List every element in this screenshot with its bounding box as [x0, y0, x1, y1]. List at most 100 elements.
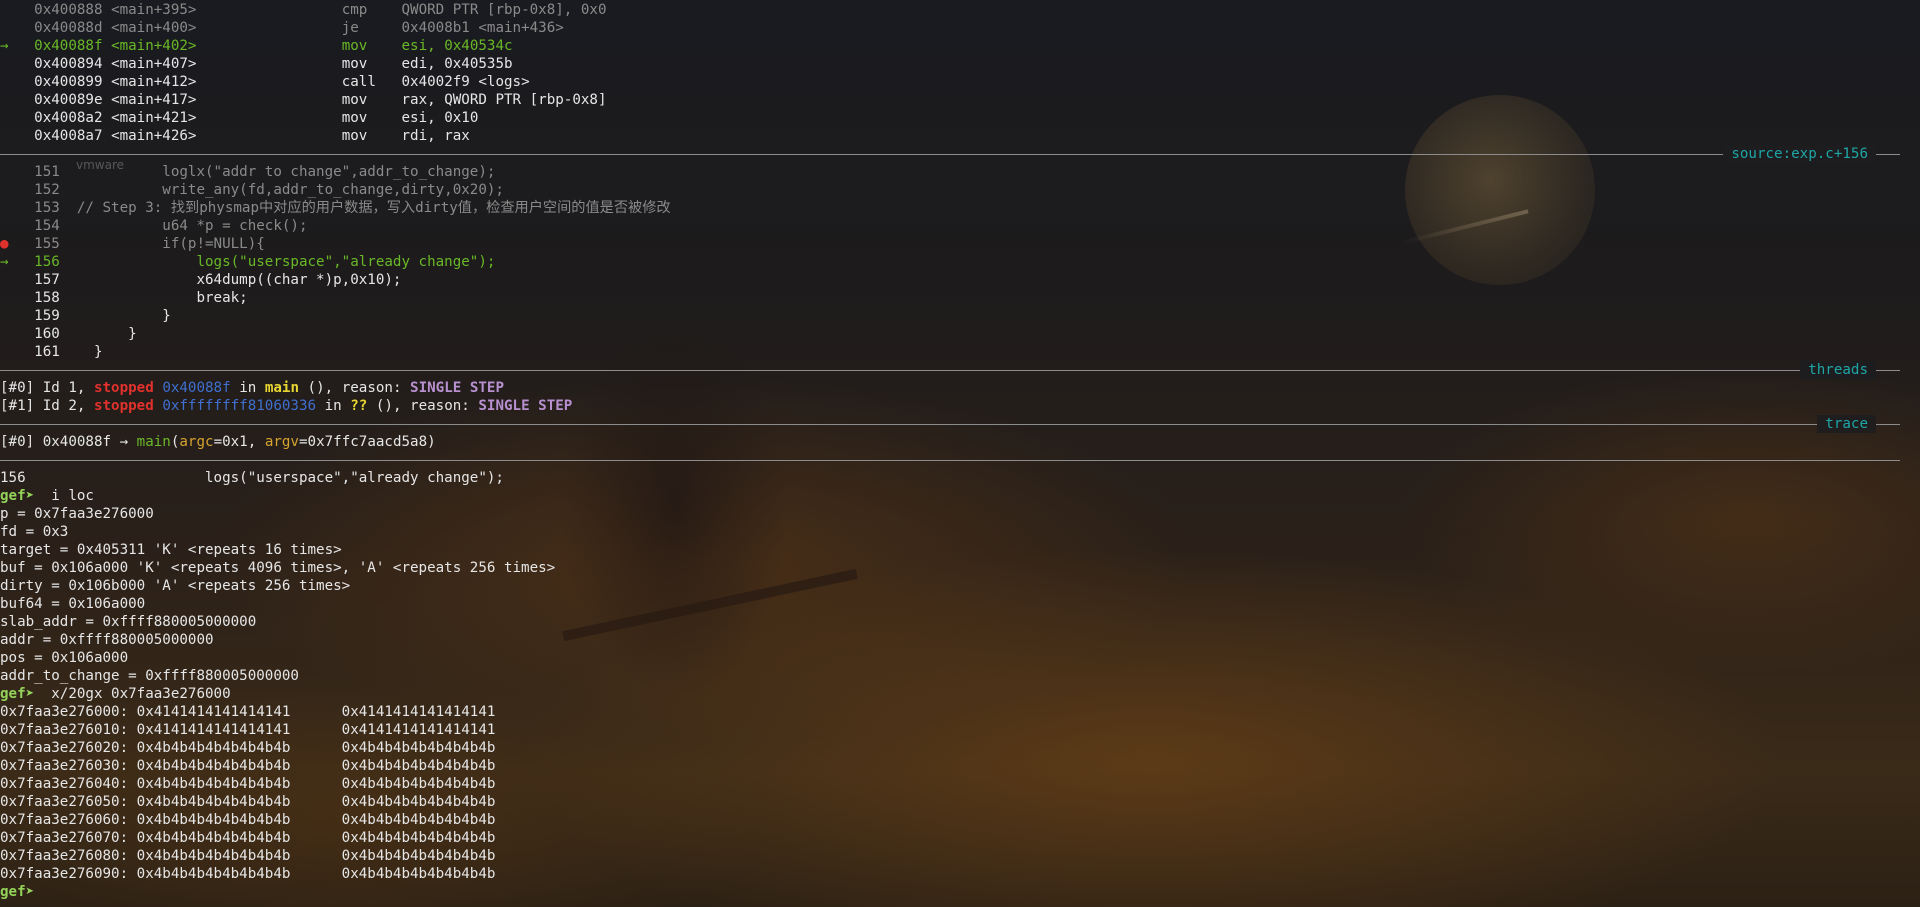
memory-gap: [290, 830, 341, 846]
disasm-operands: rdi, rax: [401, 128, 470, 144]
disasm-gap: [196, 20, 341, 36]
source-line-160: 160 }: [0, 325, 137, 343]
memory-gap: [290, 740, 341, 756]
thread-reason: SINGLE STEP: [410, 380, 505, 396]
memory-address: 0x7faa3e276070:: [0, 830, 129, 846]
source-section-label: source:exp.c+156: [1723, 145, 1876, 163]
gef-prompt: gef➤: [0, 884, 35, 900]
disasm-operands: QWORD PTR [rbp-0x8], 0x0: [401, 2, 607, 18]
source-gap: [60, 164, 94, 180]
disasm-gap: [196, 110, 341, 126]
memory-address: 0x7faa3e276000:: [0, 704, 129, 720]
disasm-gap: [103, 56, 112, 72]
thread-index: [#1]: [0, 398, 35, 414]
threads-separator: [0, 370, 1900, 371]
disasm-opcode: mov: [341, 110, 368, 126]
console-current-source-line: 156 logs("userspace","already change");: [0, 469, 504, 487]
disasm-address: 0x40089e: [34, 92, 103, 108]
local-variable-line: addr = 0xffff880005000000: [0, 631, 214, 649]
current-line-arrow-icon: [0, 218, 34, 234]
source-line-156: → 156 logs("userspace","already change")…: [0, 253, 495, 271]
disasm-gap: [196, 38, 341, 54]
source-gap: [60, 308, 94, 324]
disasm-operands: 0x4008b1 <main+436>: [401, 20, 564, 36]
memory-value: 0x4b4b4b4b4b4b4b4b: [136, 758, 291, 774]
disasm-opcode: cmp: [341, 2, 368, 18]
disasm-gap: [196, 2, 341, 18]
gef-prompt: gef➤: [0, 488, 43, 504]
memory-value: 0x4b4b4b4b4b4b4b4b: [341, 848, 496, 864]
disasm-opcode: je: [341, 20, 359, 36]
source-line-151: 151 loglx("addr to change",addr_to_chang…: [0, 163, 495, 181]
memory-dump-row: 0x7faa3e276080: 0x4b4b4b4b4b4b4b4b 0x4b4…: [0, 847, 495, 865]
source-line-number: 157: [34, 272, 60, 288]
memory-gap: [128, 866, 137, 882]
memory-gap: [128, 848, 137, 864]
memory-dump-row: 0x7faa3e276070: 0x4b4b4b4b4b4b4b4b 0x4b4…: [0, 829, 495, 847]
console-text: 156 logs("userspace","already change");: [0, 470, 504, 486]
disasm-symbol: <main+407>: [111, 56, 197, 72]
memory-value: 0x4b4b4b4b4b4b4b4b: [341, 758, 496, 774]
trace-frame-index: [#0]: [0, 434, 35, 450]
source-separator: [0, 154, 1900, 155]
source-line-153: 153 // Step 3: 找到physmap中对应的用户数据，写入dirty…: [0, 199, 670, 217]
source-gap: [60, 344, 94, 360]
thread-pc: 0x40088f: [162, 380, 231, 396]
memory-gap: [290, 848, 341, 864]
source-code: logs("userspace","already change");: [93, 254, 496, 270]
disasm-opcode: call: [341, 74, 376, 90]
thread-0[interactable]: [#0] Id 1, stopped 0x40088f in main (), …: [0, 379, 504, 397]
console-command: i loc: [42, 488, 94, 504]
memory-address: 0x7faa3e276080:: [0, 848, 129, 864]
gef-prompt: gef➤: [0, 686, 43, 702]
local-variable-line: pos = 0x106a000: [0, 649, 128, 667]
local-variable: dirty = 0x106b000 'A' <repeats 256 times…: [0, 578, 351, 594]
memory-gap: [128, 740, 137, 756]
context-end-separator: [0, 460, 1900, 461]
memory-value: 0x4b4b4b4b4b4b4b4b: [136, 812, 291, 828]
memory-value: 0x4b4b4b4b4b4b4b4b: [341, 794, 496, 810]
memory-value: 0x4b4b4b4b4b4b4b4b: [136, 848, 291, 864]
memory-value: 0x4b4b4b4b4b4b4b4b: [341, 812, 496, 828]
disasm-operands: esi, 0x10: [401, 110, 479, 126]
memory-gap: [128, 776, 137, 792]
memory-value: 0x4b4b4b4b4b4b4b4b: [341, 740, 496, 756]
console-command: x/20gx 0x7faa3e276000: [42, 686, 231, 702]
disasm-address: 0x4008a2: [34, 110, 103, 126]
disasm-symbol: <main+395>: [111, 2, 197, 18]
disasm-symbol: <main+412>: [111, 74, 197, 90]
disasm-line: → 0x40088f <main+402> mov esi, 0x40534c: [0, 37, 513, 55]
thread-1[interactable]: [#1] Id 2, stopped 0xffffffff81060336 in…: [0, 397, 572, 415]
disasm-gap: [196, 128, 341, 144]
trace-arg-argc-value: =0x1,: [213, 434, 265, 450]
thread-state: stopped: [93, 380, 154, 396]
local-variable-line: slab_addr = 0xffff880005000000: [0, 613, 256, 631]
current-line-arrow-icon: [0, 200, 34, 216]
local-variable: target = 0x405311 'K' <repeats 16 times>: [0, 542, 342, 558]
current-instruction-arrow-icon: [0, 92, 34, 108]
source-gap: [60, 218, 94, 234]
current-instruction-arrow-icon: [0, 20, 34, 36]
memory-address: 0x7faa3e276030:: [0, 758, 129, 774]
breakpoint-icon[interactable]: ●: [0, 236, 34, 252]
memory-gap: [290, 722, 341, 738]
memory-value: 0x4141414141414141: [136, 704, 291, 720]
disasm-gap: [103, 74, 112, 90]
thread-index: [#0]: [0, 380, 35, 396]
disasm-operands: esi, 0x40534c: [401, 38, 513, 54]
memory-address: 0x7faa3e276060:: [0, 812, 129, 828]
source-line-number: 155: [34, 236, 60, 252]
memory-value: 0x4b4b4b4b4b4b4b4b: [136, 794, 291, 810]
local-variable-line: buf64 = 0x106a000: [0, 595, 145, 613]
source-line-number: 153: [34, 200, 60, 216]
memory-value: 0x4b4b4b4b4b4b4b4b: [136, 776, 291, 792]
trace-arg-argv-value: =0x7ffc7aacd5a8): [298, 434, 436, 450]
thread-in: in: [316, 398, 351, 414]
local-variable-line: target = 0x405311 'K' <repeats 16 times>: [0, 541, 342, 559]
disasm-symbol: <main+421>: [111, 110, 197, 126]
console-input-prompt[interactable]: gef➤: [0, 883, 34, 901]
gdb-terminal[interactable]: 0x400888 <main+395> cmp QWORD PTR [rbp-0…: [0, 0, 1920, 907]
source-line-155: ● 155 if(p!=NULL){: [0, 235, 265, 253]
current-line-arrow-icon: [0, 164, 34, 180]
disasm-address: 0x4008a7: [34, 128, 103, 144]
